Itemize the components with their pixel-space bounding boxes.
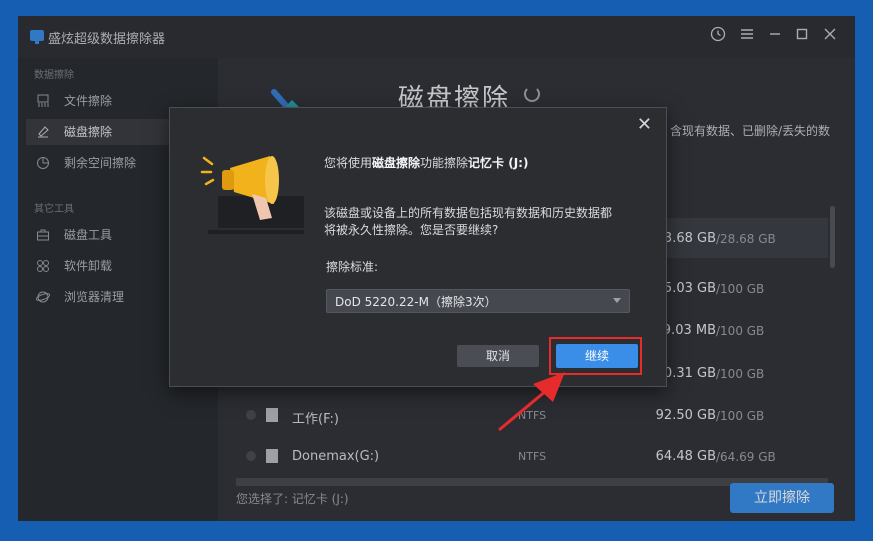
megaphone-illustration-icon bbox=[200, 156, 304, 234]
dialog-message-line3: 将被永久性擦除。您是否要继续? bbox=[324, 223, 499, 237]
pointer-arrow-icon bbox=[498, 372, 565, 432]
dialog-method: 磁盘擦除 bbox=[372, 156, 421, 170]
dialog-close-icon[interactable]: ✕ bbox=[637, 114, 652, 135]
select-value: DoD 5220.22-M（擦除3次） bbox=[335, 295, 497, 309]
confirm-dialog: ✕ 您将使用磁盘擦除功能擦除记忆卡 (J:) 该磁盘或设备上的所有数据包括现有数… bbox=[169, 107, 667, 387]
erase-standard-label: 擦除标准: bbox=[326, 260, 379, 274]
dialog-text: 您将使用 bbox=[324, 156, 373, 170]
cancel-button[interactable]: 取消 bbox=[457, 345, 539, 367]
dialog-message-line2: 该磁盘或设备上的所有数据包括现有数据和历史数据都 bbox=[324, 206, 613, 220]
dialog-message-line1: 您将使用磁盘擦除功能擦除记忆卡 (J:) bbox=[324, 154, 528, 172]
erase-standard-select[interactable]: DoD 5220.22-M（擦除3次） bbox=[326, 289, 630, 313]
dialog-text: 功能擦除 bbox=[420, 156, 469, 170]
dialog-target: 记忆卡 (J:) bbox=[468, 156, 529, 170]
chevron-down-icon bbox=[613, 298, 621, 303]
